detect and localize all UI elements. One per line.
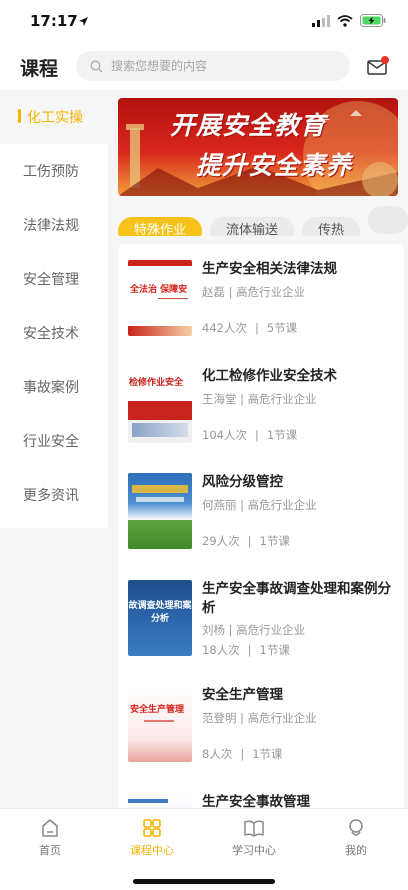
course-views: 18人次 [202, 642, 240, 657]
course-title: 生产安全事故调查处理和案例分析 [202, 580, 391, 616]
course-thumbnail: 全法治 保障安 [128, 260, 192, 336]
course-stats: 442人次 | 5节课 [202, 321, 298, 335]
sidebar-item-injury-prevention[interactable]: 工伤预防 [0, 144, 108, 198]
cellular-signal-icon [312, 14, 330, 27]
course-lessons: 1节课 [266, 427, 298, 442]
sidebar-item-chemical-operation[interactable]: 化工实操 [0, 90, 108, 144]
course-meta: 赵磊 | 高危行业企业 [202, 285, 306, 299]
sidebar-item-label: 安全管理 [23, 272, 79, 288]
course-title: 化工检修作业安全技术 [202, 367, 337, 384]
banner-line-2: 提升安全素养 [196, 151, 353, 180]
mail-icon [367, 56, 389, 75]
course-item[interactable]: 风险分级管控 何燕丽 | 高危行业企业 29人次 | 1节课 [118, 457, 404, 564]
search-input[interactable] [111, 59, 331, 73]
course-stats: 18人次 | 1节课 [202, 642, 290, 657]
search-box[interactable] [76, 51, 350, 81]
course-title: 生产安全相关法律法规 [202, 261, 337, 277]
tab-mine[interactable]: 我的 [306, 817, 406, 861]
tab-label: 学习中心 [232, 844, 276, 857]
thumbnail-text: 安全生产管理 [130, 705, 185, 715]
thumbnail-text: 故调查处理和案分析 [128, 600, 192, 624]
course-stats: 8人次 | 1节课 [202, 747, 283, 761]
status-time: 17:17 [30, 12, 78, 30]
course-thumbnail: 安全生产管理 [128, 686, 192, 762]
course-views: 442人次 [202, 321, 247, 335]
tab-label: 课程中心 [130, 844, 174, 857]
course-thumbnail: 检修作业安全 [128, 366, 192, 443]
chip-special-operation[interactable]: 特殊作业 [118, 217, 203, 236]
status-icons [312, 14, 386, 27]
chip-heat-transfer[interactable]: 传热 [302, 217, 361, 236]
promo-banner[interactable]: 开展安全教育 提升安全素养 [118, 98, 398, 196]
category-sidebar: 化工实操 工伤预防 法律法规 安全管理 安全技术 事故案例 行业安全 更多资讯 [0, 90, 108, 528]
book-icon [244, 820, 264, 837]
course-item[interactable]: 故调查处理和案分析 生产安全事故调查处理和案例分析 刘杨 | 高危行业企业 18… [118, 564, 404, 671]
sidebar-item-label: 法律法规 [23, 218, 79, 234]
thumbnail-text: 全法治 保障安 [130, 285, 188, 295]
sidebar-item-more-news[interactable]: 更多资讯 [0, 468, 108, 522]
tab-label: 我的 [345, 844, 367, 857]
course-lessons: 1节课 [252, 747, 283, 761]
location-arrow-icon [79, 17, 88, 26]
sidebar-item-label: 安全技术 [23, 326, 79, 342]
course-thumbnail: 故调查处理和案分析 [128, 579, 192, 656]
battery-charging-icon [360, 14, 386, 27]
wifi-icon [337, 14, 353, 27]
home-indicator[interactable] [133, 879, 275, 884]
home-icon [42, 819, 58, 837]
sidebar-item-laws[interactable]: 法律法规 [0, 198, 108, 252]
sidebar-item-safety-technology[interactable]: 安全技术 [0, 306, 108, 360]
chip-more[interactable] [368, 206, 408, 234]
course-lessons: 1节课 [259, 534, 290, 548]
course-lessons: 1节课 [259, 642, 290, 657]
thumbnail-text: 检修作业安全 [129, 377, 184, 388]
course-thumbnail [128, 792, 192, 808]
sidebar-item-safety-management[interactable]: 安全管理 [0, 252, 108, 306]
course-title: 生产安全事故管理 [202, 793, 310, 809]
sidebar-item-label: 化工实操 [27, 110, 83, 126]
sidebar-item-label: 事故案例 [23, 380, 79, 396]
chip-fluid-transport[interactable]: 流体输送 [210, 217, 295, 236]
course-thumbnail [128, 473, 192, 549]
tab-home[interactable]: 首页 [0, 817, 100, 861]
subcategory-chips: 特殊作业 流体输送 传热 [118, 206, 408, 236]
user-icon [349, 819, 363, 836]
sidebar-item-label: 行业安全 [23, 434, 79, 450]
course-meta: 范登明 | 高危行业企业 [202, 711, 317, 725]
tab-course-center[interactable]: 课程中心 [102, 817, 202, 861]
course-list: 全法治 保障安 生产安全相关法律法规 赵磊 | 高危行业企业 442人次 | 5节课… [118, 244, 404, 808]
top-bar: 课程 [0, 44, 408, 90]
course-stats: 104人次 | 1节课 [202, 427, 298, 442]
course-item[interactable]: 全法治 保障安 生产安全相关法律法规 赵磊 | 高危行业企业 442人次 | 5节课 [118, 244, 404, 351]
sidebar-item-accident-cases[interactable]: 事故案例 [0, 360, 108, 414]
course-lessons: 5节课 [266, 321, 298, 335]
course-stats: 29人次 | 1节课 [202, 534, 290, 548]
search-icon [90, 60, 103, 72]
course-item[interactable]: 生产安全事故管理 [118, 777, 404, 809]
course-title: 风险分级管控 [202, 474, 283, 490]
bottom-tab-bar: 首页 课程中心 学习中心 我的 [0, 808, 408, 890]
tab-label: 首页 [39, 844, 61, 857]
sidebar-item-label: 工伤预防 [23, 164, 79, 180]
course-views: 29人次 [202, 534, 240, 548]
course-views: 104人次 [202, 427, 247, 442]
course-meta: 何燕丽 | 高危行业企业 [202, 498, 317, 512]
message-button[interactable] [366, 54, 392, 78]
grid-icon [143, 819, 161, 837]
course-content: 开展安全教育 提升安全素养 特殊作业 流体输送 传热 全法治 保障安 生产安全相关法… [108, 90, 408, 808]
course-item[interactable]: 安全生产管理 安全生产管理 范登明 | 高危行业企业 8人次 | 1节课 [118, 670, 404, 777]
course-views: 8人次 [202, 747, 233, 761]
course-meta: 王海堂 | 高危行业企业 [202, 391, 317, 406]
course-meta: 刘杨 | 高危行业企业 [202, 622, 306, 637]
course-item[interactable]: 检修作业安全 化工检修作业安全技术 王海堂 | 高危行业企业 104人次 | 1节课 [118, 351, 404, 458]
page-title: 课程 [20, 58, 59, 80]
course-title: 安全生产管理 [202, 687, 283, 703]
sidebar-item-industry-safety[interactable]: 行业安全 [0, 414, 108, 468]
sidebar-item-label: 更多资讯 [23, 488, 79, 504]
tab-study-center[interactable]: 学习中心 [204, 817, 304, 861]
status-bar: 17:17 [0, 0, 408, 44]
banner-line-1: 开展安全教育 [170, 111, 327, 140]
